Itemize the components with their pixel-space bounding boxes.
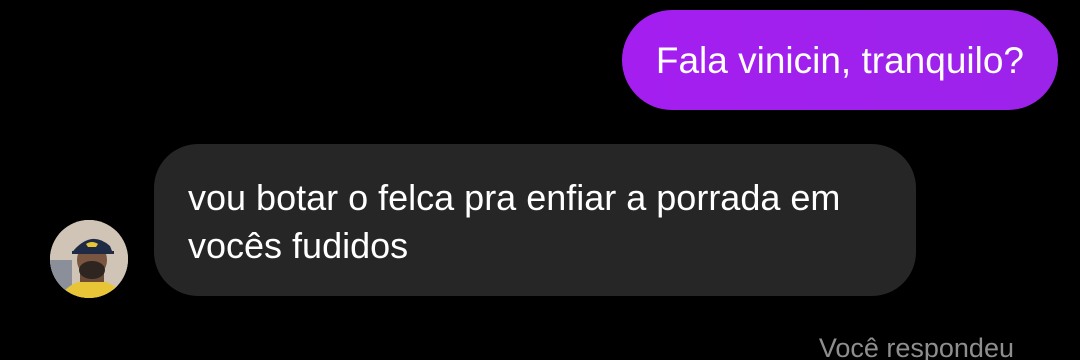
incoming-message-bubble[interactable]: vou botar o felca pra enfiar a porrada e… [154,144,916,296]
reply-status-label: Você respondeu [818,333,1014,360]
sender-avatar[interactable] [50,220,128,298]
avatar-photo-icon [50,220,128,298]
chat-thread: Fala vinicin, tranquilo? vou botar o fel… [0,0,1080,360]
outgoing-message-bubble[interactable]: Fala vinicin, tranquilo? [621,10,1058,110]
incoming-message-text: vou botar o felca pra enfiar a porrada e… [188,177,841,266]
outgoing-message-text: Fala vinicin, tranquilo? [655,39,1024,81]
